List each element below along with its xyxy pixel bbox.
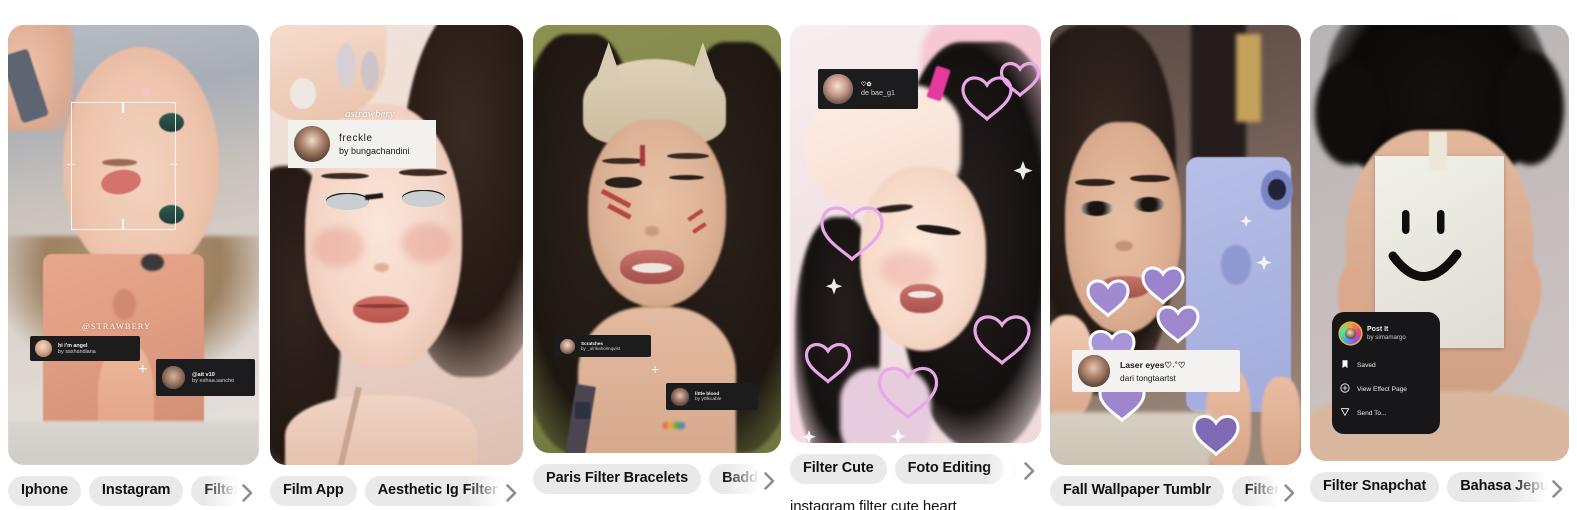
face-tracking-box (70, 102, 177, 230)
effect-card-1b[interactable]: @ait v10 by eshaa.sancho (156, 359, 255, 396)
effect-options-menu-6[interactable]: Post It by simamargo Saved View Effect P… (1332, 312, 1440, 434)
send-icon (1340, 407, 1350, 419)
pin-card-2[interactable]: astrawbery freckle by bungachandini (270, 25, 523, 465)
pin-column-4: ♡✿ de bae_g1 Filter CuteFoto EditingPhot… (790, 25, 1041, 510)
related-tags-rail-4[interactable]: Filter CuteFoto EditingPhoto Filters (790, 454, 1041, 488)
pin-column-3: Scratches by _ulrikaholmqvist + little b… (533, 25, 781, 510)
pin-image-3: Scratches by _ulrikaholmqvist + little b… (533, 25, 781, 453)
effect-card-name: freckle (339, 132, 373, 144)
pin-image-5: Laser eyes♡˖˚♡ dari tongtaartst (1050, 25, 1301, 465)
pin-caption-4: instagram filter cute heart (790, 498, 957, 510)
effect-card-2a[interactable]: freckle by bungachandini (288, 120, 436, 168)
related-tags-rail-1[interactable]: IphoneInstagramFilterFacialFace (8, 476, 259, 510)
related-tags-rail-6[interactable]: Filter SnapchatBahasa JepunAnime (1310, 472, 1569, 506)
related-tags-rail-3[interactable]: Paris Filter BraceletsBaddie Aesthetic I… (533, 464, 781, 498)
pin-card-6[interactable]: Post It by simamargo Saved View Effect P… (1310, 25, 1569, 461)
pin-card-5[interactable]: Laser eyes♡˖˚♡ dari tongtaartst (1050, 25, 1301, 465)
effect-card-name: Laser eyes♡˖˚♡ (1120, 359, 1186, 370)
plus-icon: + (138, 361, 148, 378)
ig-handle-watermark-2: astrawbery (345, 108, 395, 120)
pinterest-masonry-board: @STRAWBERY hi i'm angel by sashandiana + (0, 0, 1577, 510)
effect-card-4a[interactable]: ♡✿ de bae_g1 (818, 69, 918, 109)
pin-card-1[interactable]: @STRAWBERY hi i'm angel by sashandiana + (8, 25, 259, 465)
related-tags-rail-2[interactable]: Film AppAesthetic Ig Filter SelfieLucu (270, 476, 523, 510)
effect-card-author: by eshaa.sancho (192, 377, 235, 384)
pin-column-6: Post It by simamargo Saved View Effect P… (1310, 25, 1569, 506)
chevron-right-icon[interactable] (235, 481, 259, 505)
effect-menu-header: Post It by simamargo (1332, 321, 1440, 353)
effect-card-author: by _ulrikaholmqvist (581, 346, 621, 351)
plus-icon: + (651, 361, 660, 377)
pin-image-1: @STRAWBERY hi i'm angel by sashandiana + (8, 25, 259, 465)
pin-column-2: astrawbery freckle by bungachandini Film… (270, 25, 523, 510)
effect-card-3a[interactable]: Scratches by _ulrikaholmqvist (555, 335, 651, 357)
tag-pill[interactable]: Filter Snapchat (1310, 472, 1440, 502)
pin-image-6: Post It by simamargo Saved View Effect P… (1310, 25, 1569, 461)
chevron-right-icon[interactable] (1277, 481, 1301, 505)
effect-card-5a[interactable]: Laser eyes♡˖˚♡ dari tongtaartst (1072, 350, 1240, 392)
tag-pill[interactable]: Foto Editing (894, 454, 1004, 484)
effect-page-icon (1340, 383, 1350, 395)
chevron-right-icon[interactable] (499, 481, 523, 505)
effect-card-author: de bae_g1 (861, 88, 895, 97)
effect-menu-author: by simamargo (1367, 334, 1406, 341)
effect-card-3b[interactable]: little blood by y0lkcable (666, 383, 758, 410)
tag-pill[interactable]: Iphone (8, 476, 81, 506)
bookmark-icon (1340, 359, 1350, 371)
effect-card-author: by y0lkcable (695, 396, 722, 402)
pin-column-1: @STRAWBERY hi i'm angel by sashandiana + (8, 25, 259, 510)
effect-menu-title: Post It (1367, 326, 1389, 333)
menu-item-label: Saved (1357, 361, 1376, 369)
effect-card-author: by sashandiana (58, 348, 96, 355)
menu-item-send-to[interactable]: Send To... (1332, 401, 1440, 425)
menu-item-label: View Effect Page (1357, 385, 1407, 393)
tag-pill[interactable]: Instagram (88, 476, 184, 506)
menu-item-view-effect-page[interactable]: View Effect Page (1332, 377, 1440, 401)
chevron-right-icon[interactable] (1545, 477, 1569, 501)
related-tags-rail-5[interactable]: Fall Wallpaper TumblrFilter Photography (1050, 476, 1301, 510)
chevron-right-icon[interactable] (757, 469, 781, 493)
pin-image-2: astrawbery freckle by bungachandini (270, 25, 523, 465)
chevron-right-icon[interactable] (1017, 459, 1041, 483)
pin-image-4: ♡✿ de bae_g1 (790, 25, 1041, 443)
tag-pill[interactable]: Paris Filter Bracelets (533, 464, 702, 494)
heart-stickers (1086, 215, 1272, 457)
effect-card-author: dari tongtaartst (1120, 372, 1176, 383)
effect-card-author: by bungachandini (339, 145, 410, 156)
ig-handle-watermark-1: @STRAWBERY (82, 321, 152, 331)
pin-card-3[interactable]: Scratches by _ulrikaholmqvist + little b… (533, 25, 781, 453)
pin-column-5: Laser eyes♡˖˚♡ dari tongtaartst Fall Wal… (1050, 25, 1301, 510)
tag-pill[interactable]: Film App (270, 476, 357, 506)
effect-card-1a[interactable]: hi i'm angel by sashandiana (30, 336, 140, 361)
menu-item-saved[interactable]: Saved (1332, 353, 1440, 377)
tag-pill[interactable]: Fall Wallpaper Tumblr (1050, 476, 1224, 506)
effect-card-name: ♡✿ (861, 81, 872, 88)
menu-item-label: Send To... (1357, 409, 1387, 417)
tag-pill[interactable]: Filter Cute (790, 454, 887, 484)
pin-card-4[interactable]: ♡✿ de bae_g1 (790, 25, 1041, 443)
